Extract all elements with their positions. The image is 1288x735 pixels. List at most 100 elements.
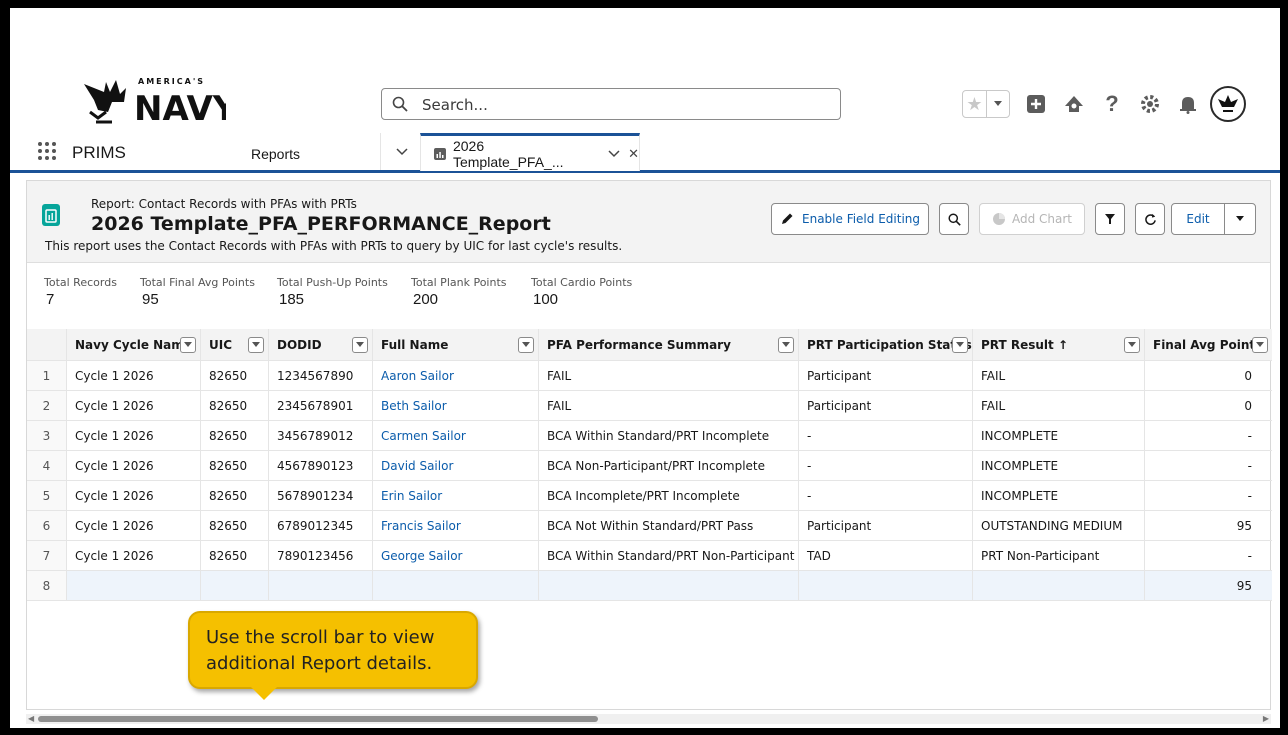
- header-label: UIC: [209, 337, 233, 352]
- cell-final-avg-points: 0: [1244, 398, 1252, 413]
- table-row: 5 Cycle 1 2026 82650 5678901234 Erin Sailor B…: [27, 481, 1272, 511]
- add-chart-button[interactable]: Add Chart: [979, 203, 1085, 235]
- scrollbar-thumb[interactable]: [38, 716, 598, 722]
- enable-field-editing-button[interactable]: Enable Field Editing: [771, 203, 929, 235]
- report-type-label: Report: Contact Records with PFAs with P…: [91, 197, 357, 211]
- cell-rownum: 5: [27, 481, 67, 510]
- tab-report[interactable]: 2026 Template_PFA_... ✕: [420, 133, 640, 171]
- help-icon[interactable]: ?: [1100, 91, 1124, 116]
- search-icon: [947, 212, 961, 226]
- chevron-down-icon: [1236, 216, 1244, 221]
- refresh-button[interactable]: [1135, 203, 1165, 235]
- cell-pfa-performance-summary: BCA Non-Participant/PRT Incomplete: [539, 451, 799, 480]
- cell-dodid: 1234567890: [269, 361, 373, 390]
- cell-pfa-performance-summary: BCA Within Standard/PRT Non-Participant: [539, 541, 799, 570]
- column-menu-button[interactable]: [1124, 337, 1140, 353]
- global-search-input[interactable]: Search...: [381, 88, 841, 120]
- table-row: 4 Cycle 1 2026 82650 4567890123 David Sailor…: [27, 451, 1272, 481]
- cell-full-name[interactable]: Francis Sailor: [373, 511, 539, 540]
- cell-navy-cycle-name: Cycle 1 2026: [67, 541, 201, 570]
- callout-line-2: additional Report details.: [206, 653, 433, 674]
- chevron-down-icon: [994, 101, 1002, 106]
- column-menu-button[interactable]: [952, 337, 968, 353]
- table-header-row: Navy Cycle Name UIC DODID Full Name PFA …: [27, 329, 1272, 361]
- summary-value: 100: [533, 291, 559, 308]
- summary-label: Total Cardio Points: [531, 276, 633, 289]
- column-menu-button[interactable]: [1252, 337, 1268, 353]
- more-actions-dropdown[interactable]: [1224, 203, 1256, 235]
- cell-full-name[interactable]: Aaron Sailor: [373, 361, 539, 390]
- table-total-row: 8 95: [27, 571, 1272, 601]
- search-report-button[interactable]: [939, 203, 969, 235]
- cell-prt-participation-status: -: [799, 451, 973, 480]
- cell-uic: 82650: [201, 481, 269, 510]
- chart-icon: [992, 213, 1005, 225]
- cell-uic: 82650: [201, 361, 269, 390]
- cell-navy-cycle-name: Cycle 1 2026: [67, 391, 201, 420]
- header-label: PRT Participation Status: [807, 337, 972, 352]
- cell-full-name[interactable]: Carmen Sailor: [373, 421, 539, 450]
- cell-rownum: 1: [27, 361, 67, 390]
- horizontal-scrollbar[interactable]: ◀ ▶: [26, 714, 1271, 724]
- nav-reports-dropdown[interactable]: [380, 133, 422, 170]
- column-menu-button[interactable]: [778, 337, 794, 353]
- bell-icon[interactable]: [1176, 92, 1200, 116]
- cell-pfa-performance-summary: BCA Within Standard/PRT Incomplete: [539, 421, 799, 450]
- header-dodid[interactable]: DODID: [269, 329, 373, 360]
- summary-total-records: Total Records 7: [44, 276, 117, 308]
- close-icon[interactable]: ✕: [628, 146, 639, 162]
- avatar[interactable]: [1210, 86, 1246, 122]
- cell-full-name[interactable]: David Sailor: [373, 451, 539, 480]
- column-menu-button[interactable]: [180, 337, 196, 353]
- chevron-down-icon: [1128, 342, 1136, 347]
- header-prt-participation-status[interactable]: PRT Participation Status: [799, 329, 973, 360]
- report-summary: Total Records 7 Total Final Avg Points 9…: [27, 276, 1270, 321]
- cell-pfa-performance-summary: [539, 571, 799, 600]
- header-final-avg-points[interactable]: Final Avg Points: [1145, 329, 1272, 360]
- app-name: PRIMS: [72, 143, 126, 162]
- summary-total-push-up-points: Total Push-Up Points 185: [277, 276, 388, 308]
- filter-button[interactable]: [1095, 203, 1125, 235]
- chevron-down-icon[interactable]: [608, 149, 620, 158]
- chevron-down-icon: [782, 342, 790, 347]
- header-full-name[interactable]: Full Name: [373, 329, 539, 360]
- cell-rownum: 8: [27, 571, 67, 600]
- report-icon: [433, 147, 446, 160]
- svg-text:AMERICA'S: AMERICA'S: [138, 77, 205, 86]
- favorites-dropdown[interactable]: [987, 91, 1009, 117]
- edit-button[interactable]: Edit: [1171, 203, 1225, 235]
- add-icon[interactable]: [1024, 92, 1048, 116]
- cell-prt-result: FAIL: [973, 391, 1145, 420]
- chevron-down-icon: [956, 342, 964, 347]
- cell-dodid: 6789012345: [269, 511, 373, 540]
- favorites-button[interactable]: ★: [962, 90, 1010, 118]
- trailhead-icon[interactable]: [1062, 92, 1086, 116]
- header-navy-cycle-name[interactable]: Navy Cycle Name: [67, 329, 201, 360]
- cell-pfa-performance-summary: BCA Not Within Standard/PRT Pass: [539, 511, 799, 540]
- column-menu-button[interactable]: [518, 337, 534, 353]
- cell-prt-participation-status: -: [799, 481, 973, 510]
- chevron-down-icon: [395, 147, 408, 155]
- cell-prt-result: INCOMPLETE: [973, 421, 1145, 450]
- column-menu-button[interactable]: [248, 337, 264, 353]
- scroll-left-icon[interactable]: ◀: [28, 714, 34, 723]
- nav-item-reports[interactable]: Reports: [251, 146, 300, 162]
- cell-full-name[interactable]: George Sailor: [373, 541, 539, 570]
- summary-value: 7: [46, 291, 55, 308]
- cell-final-avg-points: -: [1247, 488, 1252, 503]
- report-type-icon: [42, 204, 60, 226]
- scroll-right-icon[interactable]: ▶: [1263, 714, 1269, 723]
- header-prt-result[interactable]: PRT Result ↑: [973, 329, 1145, 360]
- cell-full-name[interactable]: Erin Sailor: [373, 481, 539, 510]
- header-pfa-performance-summary[interactable]: PFA Performance Summary: [539, 329, 799, 360]
- cell-dodid: 7890123456: [269, 541, 373, 570]
- star-icon[interactable]: ★: [963, 91, 987, 117]
- report-header: Report: Contact Records with PFAs with P…: [27, 181, 1270, 263]
- chevron-down-icon: [1256, 342, 1264, 347]
- gear-icon[interactable]: [1138, 92, 1162, 116]
- app-launcher-icon[interactable]: [37, 141, 57, 161]
- cell-full-name[interactable]: Beth Sailor: [373, 391, 539, 420]
- header-uic[interactable]: UIC: [201, 329, 269, 360]
- column-menu-button[interactable]: [352, 337, 368, 353]
- summary-value: 185: [279, 291, 305, 308]
